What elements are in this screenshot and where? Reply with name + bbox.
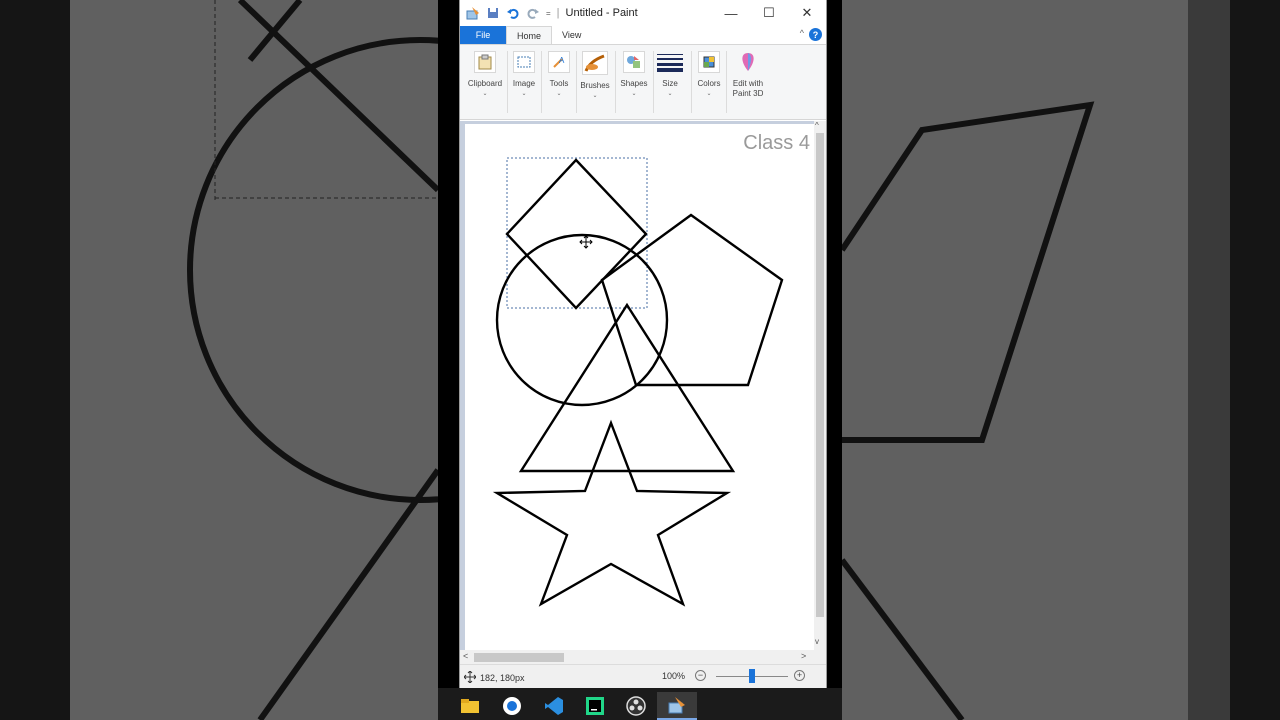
shape-triangle[interactable] [518,302,736,473]
scroll-right-icon[interactable]: > [801,651,806,661]
ribbon-divider [691,51,692,113]
chevron-down-icon: ⌄ [482,91,488,97]
ribbon-divider [576,51,577,113]
title-separator: | [556,7,560,19]
ribbon-divider [615,51,616,113]
tools-icon: A [548,51,570,73]
ribbon-tabs: File Home View ^ ? [460,26,826,44]
ribbon-group-clipboard[interactable]: Clipboard ⌄ [465,49,505,115]
vertical-scroll-thumb[interactable] [816,133,824,617]
ribbon-group-label: Clipboard [467,79,503,88]
image-icon [513,51,535,73]
tab-file[interactable]: File [460,26,506,44]
zoom-level-text: 100% [662,671,686,681]
background-right [842,0,1280,720]
ribbon-group-colors[interactable]: Colors ⌄ [694,49,724,115]
ribbon-divider [507,51,508,113]
ribbon-group-size[interactable]: Size ⌄ [655,49,685,115]
horizontal-scrollbar[interactable]: < > [460,650,826,664]
tab-view[interactable]: View [552,26,591,44]
minimize-button[interactable]: — [712,0,750,26]
scroll-left-icon[interactable]: < [463,651,468,661]
ribbon-group-label: Shapes [620,79,648,88]
ribbon-group-label: Tools [549,79,569,88]
vscode-icon[interactable] [534,692,574,720]
size-icon [657,51,683,73]
ribbon-divider [653,51,654,113]
ribbon-group-label: Brushes [580,81,610,90]
chevron-down-icon: ⌄ [556,91,562,97]
canvas-drawing [492,157,784,607]
quick-access-toolbar: = | [460,6,560,20]
chrome-icon[interactable] [492,692,532,720]
ribbon-group-label: Colors [697,79,721,88]
horizontal-scroll-thumb[interactable] [474,653,564,662]
ribbon-group-label: Size [662,79,678,88]
cursor-position-text: 182, 180px [480,673,525,683]
obs-icon[interactable] [616,692,656,720]
selection-box[interactable] [506,157,648,309]
zoom-out-button[interactable]: − [695,670,706,681]
window-controls: — ☐ ✕ [712,0,826,26]
status-bar: 182, 180px 100% − + [460,664,826,688]
undo-icon[interactable] [506,6,520,20]
paint3d-icon [737,51,759,73]
help-icon[interactable]: ? [809,28,822,41]
paint-icon[interactable] [657,692,697,720]
brushes-icon [582,51,608,75]
file-explorer-icon[interactable] [450,692,490,720]
chevron-down-icon: ⌄ [706,91,712,97]
ribbon-group-edit-with-paint-3d[interactable]: Edit with Paint 3D [728,49,768,115]
customize-toolbar-chevron[interactable]: = [546,9,551,18]
background-shapes [842,101,1095,720]
vertical-scrollbar[interactable]: ^ v [814,121,826,650]
ribbon-group-label: Image [512,79,536,88]
chevron-down-icon: ⌄ [631,91,637,97]
chevron-down-icon: ⌄ [521,91,527,97]
chevron-down-icon: ⌄ [667,91,673,97]
ribbon: Clipboard ⌄ Image ⌄ A Tools ⌄ Brushes ⌄ … [460,44,826,120]
shapes-icon [623,51,645,73]
zoom-in-button[interactable]: + [794,670,805,681]
scroll-up-icon[interactable]: ^ [815,121,819,130]
collapse-ribbon-icon[interactable]: ^ [800,28,804,38]
background-shapes [187,0,438,720]
shape-pentagon[interactable] [600,213,784,387]
taskbar [438,688,842,720]
shape-star[interactable] [492,419,732,607]
ribbon-group-brushes[interactable]: Brushes ⌄ [578,49,612,115]
clipboard-icon [474,51,496,73]
tab-home[interactable]: Home [506,26,553,44]
save-icon[interactable] [486,6,500,20]
ribbon-divider [726,51,727,113]
ribbon-group-label: Edit with Paint 3D [732,79,764,98]
redo-icon[interactable] [526,6,540,20]
pycharm-icon[interactable] [575,692,615,720]
shape-circle[interactable] [495,233,669,407]
svg-text:A: A [559,56,565,65]
scroll-down-icon[interactable]: v [815,637,819,646]
move-cursor-icon [579,235,593,249]
ribbon-group-shapes[interactable]: Shapes ⌄ [618,49,650,115]
cursor-position-icon [463,670,477,685]
close-button[interactable]: ✕ [788,0,826,26]
maximize-button[interactable]: ☐ [750,0,788,26]
ribbon-divider [541,51,542,113]
chevron-down-icon: ⌄ [592,93,598,99]
canvas-area: Class 4 ^ v [460,121,826,650]
window-title: Untitled - Paint [565,7,638,19]
colors-icon [698,51,720,73]
ribbon-group-tools[interactable]: A Tools ⌄ [544,49,574,115]
cursor-position: 182, 180px [463,670,525,685]
paint-window: = | Untitled - Paint — ☐ ✕ File Home Vie… [459,0,827,688]
paint-app-icon [466,6,480,20]
background-left [0,0,438,720]
drawing-canvas[interactable]: Class 4 [465,124,814,650]
zoom-slider-knob[interactable] [749,669,755,683]
title-bar: = | Untitled - Paint — ☐ ✕ [460,0,826,26]
screen: = | Untitled - Paint — ☐ ✕ File Home Vie… [0,0,1280,720]
ribbon-group-image[interactable]: Image ⌄ [509,49,539,115]
